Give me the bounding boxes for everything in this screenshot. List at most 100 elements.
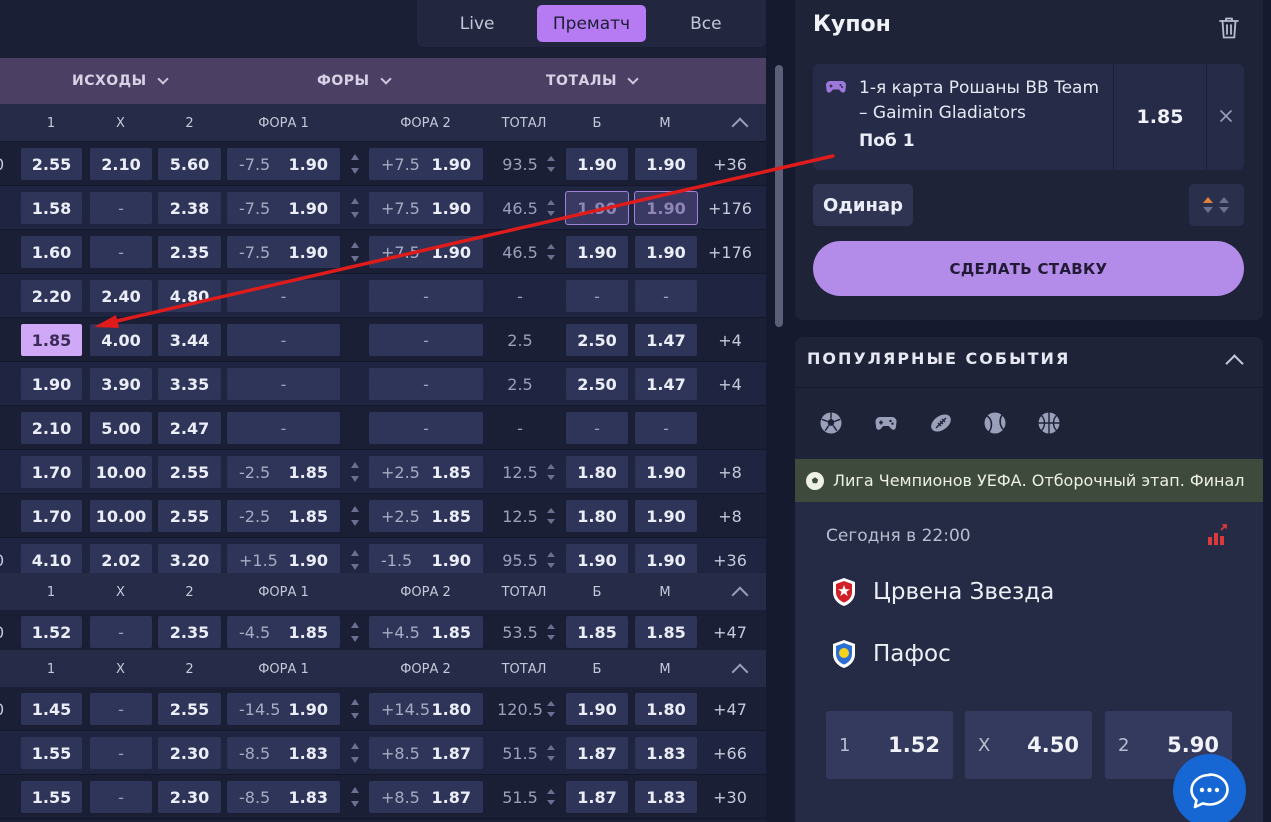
total-under[interactable]: 1.90 bbox=[635, 148, 697, 180]
handicap-2[interactable]: - bbox=[369, 412, 483, 444]
total-over[interactable]: - bbox=[566, 412, 628, 444]
handicap-1[interactable]: -7.5 1.90 bbox=[227, 148, 340, 180]
scrollbar-thumb[interactable] bbox=[775, 65, 783, 327]
odd-1[interactable]: 1.58 bbox=[21, 192, 82, 224]
stats-icon[interactable] bbox=[1207, 524, 1229, 546]
odd-2[interactable]: 2.47 bbox=[158, 412, 221, 444]
handicap-2[interactable]: +8.5 1.87 bbox=[369, 781, 483, 813]
total-under[interactable]: 1.47 bbox=[635, 368, 697, 400]
match-odd-x[interactable]: X 4.50 bbox=[965, 711, 1092, 779]
match-odd-1[interactable]: 1 1.52 bbox=[826, 711, 953, 779]
total-stepper-icon[interactable] bbox=[546, 745, 555, 761]
odd-x[interactable]: 10.00 bbox=[90, 500, 152, 532]
odd-x[interactable]: - bbox=[90, 737, 152, 769]
odd-x[interactable]: 2.10 bbox=[90, 148, 152, 180]
handicap-1[interactable]: -7.5 1.90 bbox=[227, 236, 340, 268]
total-under[interactable]: 1.90 bbox=[635, 456, 697, 488]
total-under[interactable]: - bbox=[635, 412, 697, 444]
total-stepper-icon[interactable] bbox=[546, 701, 555, 717]
total-stepper-icon[interactable] bbox=[546, 200, 555, 216]
handicap-stepper-icon[interactable] bbox=[350, 154, 360, 174]
handicap-1[interactable]: - bbox=[227, 412, 340, 444]
total-over[interactable]: - bbox=[566, 280, 628, 312]
more-markets[interactable]: +47 bbox=[700, 687, 760, 731]
handicap-2[interactable]: +7.5 1.90 bbox=[369, 192, 483, 224]
total-over[interactable]: 1.80 bbox=[566, 500, 628, 532]
odd-x[interactable]: 4.00 bbox=[90, 324, 152, 356]
handicap-2[interactable]: - bbox=[369, 368, 483, 400]
handicap-stepper-icon[interactable] bbox=[350, 550, 360, 570]
odd-2[interactable]: 2.35 bbox=[158, 616, 221, 648]
handicap-1[interactable]: -14.5 1.90 bbox=[227, 693, 340, 725]
handicap-2[interactable]: +7.5 1.90 bbox=[369, 148, 483, 180]
handicap-2[interactable]: +8.5 1.87 bbox=[369, 737, 483, 769]
handicap-stepper-icon[interactable] bbox=[350, 622, 360, 642]
odd-2[interactable]: 2.55 bbox=[158, 693, 221, 725]
odd-x[interactable]: - bbox=[90, 781, 152, 813]
total-stepper-icon[interactable] bbox=[546, 508, 555, 524]
total-stepper-icon[interactable] bbox=[546, 244, 555, 260]
scrollbar[interactable] bbox=[772, 60, 786, 822]
total-over[interactable]: 1.90 bbox=[566, 236, 628, 268]
more-markets[interactable] bbox=[700, 406, 760, 450]
more-markets[interactable]: +4 bbox=[700, 318, 760, 362]
handicap-2[interactable]: +14.5 1.80 bbox=[369, 693, 483, 725]
total-under[interactable]: 1.83 bbox=[635, 737, 697, 769]
odd-x[interactable]: - bbox=[90, 192, 152, 224]
odd-2[interactable]: 2.38 bbox=[158, 192, 221, 224]
more-markets[interactable]: +8 bbox=[700, 450, 760, 494]
total-over[interactable]: 1.90 bbox=[566, 148, 628, 180]
handicap-stepper-icon[interactable] bbox=[350, 506, 360, 526]
basketball-icon[interactable] bbox=[1037, 411, 1061, 435]
total-over[interactable]: 1.80 bbox=[566, 456, 628, 488]
total-under[interactable]: 1.47 bbox=[635, 324, 697, 356]
total-under[interactable]: 1.90 bbox=[635, 236, 697, 268]
handicap-2[interactable]: -1.5 1.90 bbox=[369, 544, 483, 576]
league-banner[interactable]: Лига Чемпионов УЕФА. Отборочный этап. Фи… bbox=[795, 459, 1263, 502]
odd-1[interactable]: 2.10 bbox=[21, 412, 82, 444]
total-under[interactable]: 1.90 bbox=[634, 191, 698, 225]
tab-all[interactable]: Все bbox=[652, 5, 760, 42]
handicap-2[interactable]: +2.5 1.85 bbox=[369, 456, 483, 488]
total-stepper-icon[interactable] bbox=[546, 464, 555, 480]
odd-2[interactable]: 2.55 bbox=[158, 456, 221, 488]
total-over[interactable]: 1.90 bbox=[565, 191, 629, 225]
rugby-ball-icon[interactable] bbox=[929, 411, 953, 435]
handicap-2[interactable]: - bbox=[369, 280, 483, 312]
odd-2[interactable]: 3.44 bbox=[158, 324, 221, 356]
more-markets[interactable] bbox=[700, 274, 760, 318]
odd-x[interactable]: 3.90 bbox=[90, 368, 152, 400]
handicap-2[interactable]: - bbox=[369, 324, 483, 356]
total-stepper-icon[interactable] bbox=[546, 552, 555, 568]
more-markets[interactable]: +47 bbox=[700, 610, 760, 654]
odd-2[interactable]: 2.30 bbox=[158, 781, 221, 813]
odd-x[interactable]: - bbox=[90, 693, 152, 725]
total-over[interactable]: 2.50 bbox=[566, 368, 628, 400]
tennis-ball-icon[interactable] bbox=[983, 411, 1007, 435]
football-icon[interactable] bbox=[819, 411, 843, 435]
odd-1[interactable]: 1.70 bbox=[21, 500, 82, 532]
handicap-stepper-icon[interactable] bbox=[350, 462, 360, 482]
total-over[interactable]: 1.85 bbox=[566, 616, 628, 648]
bet-type-stepper[interactable] bbox=[1189, 184, 1244, 226]
odd-2[interactable]: 5.60 bbox=[158, 148, 221, 180]
odd-1[interactable]: 1.70 bbox=[21, 456, 82, 488]
handicap-1[interactable]: - bbox=[227, 280, 340, 312]
category-outcomes[interactable]: ИСХОДЫ bbox=[72, 58, 169, 104]
more-markets[interactable]: +4 bbox=[700, 362, 760, 406]
odd-2[interactable]: 3.35 bbox=[158, 368, 221, 400]
odd-1[interactable]: 1.90 bbox=[21, 368, 82, 400]
handicap-1[interactable]: -8.5 1.83 bbox=[227, 737, 340, 769]
category-totals[interactable]: ТОТАЛЫ bbox=[546, 58, 639, 104]
handicap-1[interactable]: - bbox=[227, 324, 340, 356]
total-under[interactable]: 1.80 bbox=[635, 693, 697, 725]
total-over[interactable]: 1.90 bbox=[566, 544, 628, 576]
chevron-up-icon[interactable] bbox=[731, 586, 749, 604]
total-stepper-icon[interactable] bbox=[546, 789, 555, 805]
total-over[interactable]: 1.87 bbox=[566, 781, 628, 813]
odd-1[interactable]: 1.45 bbox=[21, 693, 82, 725]
handicap-1[interactable]: -8.5 1.83 bbox=[227, 781, 340, 813]
odd-1[interactable]: 4.10 bbox=[21, 544, 82, 576]
handicap-2[interactable]: +2.5 1.85 bbox=[369, 500, 483, 532]
total-stepper-icon[interactable] bbox=[546, 156, 555, 172]
